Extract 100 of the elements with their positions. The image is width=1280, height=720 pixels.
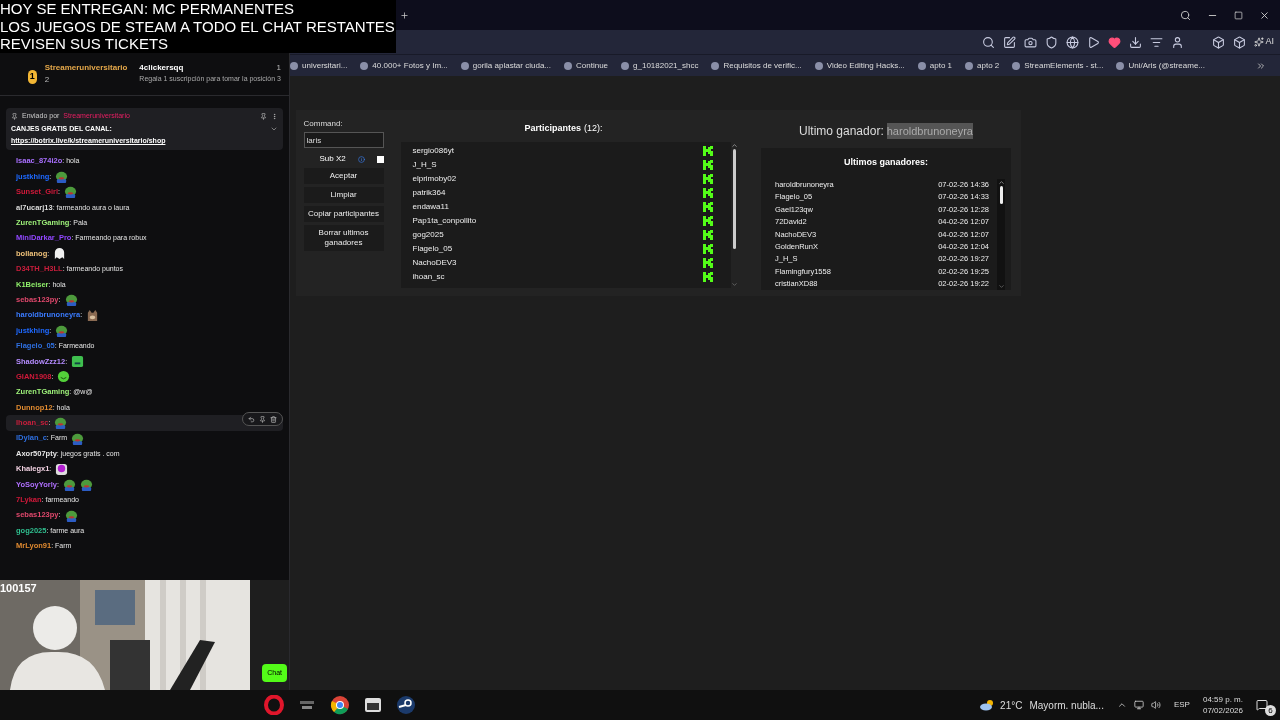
- bookmark-icon: [290, 61, 298, 70]
- bookmark[interactable]: Requisitos de verific...: [711, 59, 802, 72]
- list-icon[interactable]: [1150, 35, 1164, 49]
- bookmark-icon: [621, 61, 630, 70]
- kick-icon: [702, 215, 713, 226]
- bookmark[interactable]: 40.000+ Fotos y Im...: [360, 59, 448, 72]
- scroll-thumb[interactable]: [999, 185, 1003, 204]
- scroll-up-icon[interactable]: [997, 178, 1005, 186]
- sub-x2-checkbox[interactable]: [376, 155, 384, 163]
- winners-title: Ultimos ganadores:: [844, 156, 928, 169]
- smile-emote-icon: [57, 370, 71, 384]
- steam-icon[interactable]: [396, 695, 416, 715]
- participant-name: ihoan_sc: [412, 270, 445, 283]
- action-button[interactable]: Borrar ultimos ganadores: [303, 225, 384, 251]
- kick-icon: [702, 173, 713, 184]
- clock-date[interactable]: 07/02/2026: [1202, 705, 1243, 716]
- participants-title: Participantes: [524, 122, 581, 135]
- ai-button[interactable]: AI: [1254, 35, 1274, 49]
- participants-count: (12):: [584, 122, 603, 135]
- globe-icon[interactable]: [1066, 35, 1080, 49]
- scroll-thumb[interactable]: [733, 148, 736, 249]
- frog-emote-icon: [55, 324, 69, 337]
- close-icon[interactable]: [1259, 9, 1270, 21]
- bookmark-icon: [460, 61, 469, 70]
- sparkle-icon: [1254, 37, 1265, 47]
- unpin-icon[interactable]: [260, 112, 267, 120]
- temperature: 21°C: [1000, 698, 1023, 713]
- bookmark[interactable]: gorila aplastar ciuda...: [460, 59, 551, 72]
- kick-icon: [702, 271, 713, 282]
- bookmark[interactable]: Uni/Aris (@streame...: [1116, 59, 1206, 72]
- action-button[interactable]: Aceptar: [303, 168, 384, 184]
- cat-emote-icon: [86, 308, 100, 322]
- reply-icon[interactable]: [248, 415, 255, 423]
- bookmark[interactable]: Continue: [564, 59, 609, 72]
- delete-icon[interactable]: [270, 415, 277, 423]
- network-icon[interactable]: [1133, 700, 1144, 710]
- chrome-icon[interactable]: [330, 695, 350, 715]
- bookmark[interactable]: Video Editing Hacks...: [814, 59, 905, 72]
- participant-name: patrik364: [412, 186, 446, 199]
- profile-icon[interactable]: [1171, 35, 1185, 49]
- more-bookmarks-icon[interactable]: [1256, 60, 1266, 71]
- opera-icon[interactable]: [264, 695, 284, 715]
- heart-icon[interactable]: [1108, 35, 1122, 49]
- shield-icon[interactable]: [1045, 35, 1059, 49]
- bookmark-icon: [1116, 61, 1125, 70]
- app-icon[interactable]: [363, 695, 383, 715]
- new-tab-icon[interactable]: [400, 10, 409, 20]
- bookmark-icon: [711, 61, 720, 70]
- kick-icon: [702, 229, 713, 240]
- scroll-up-icon[interactable]: [731, 141, 738, 149]
- kick-icon: [702, 145, 713, 156]
- participant-name: NachoDEV3: [412, 256, 457, 269]
- clock-time[interactable]: 04:59 p. m.: [1202, 694, 1243, 705]
- bookmark[interactable]: apto 1: [917, 59, 953, 72]
- command-label: Command:: [303, 118, 344, 130]
- leader-name: Streameruniversitario: [44, 62, 128, 74]
- volume-icon[interactable]: [1150, 700, 1161, 710]
- leader-name: 4clickersqq: [139, 62, 184, 74]
- notification-icon: [1256, 699, 1268, 711]
- bookmark[interactable]: StreamElements - st...: [1012, 59, 1104, 72]
- cloud-icon: [979, 699, 996, 711]
- frog-emote-icon: [62, 477, 76, 491]
- participant-name: gog2025: [412, 228, 444, 241]
- bookmark-icon: [814, 61, 823, 70]
- ghost-emote-icon: [53, 247, 67, 261]
- search-icon[interactable]: [1180, 9, 1191, 21]
- extension-icon[interactable]: [1233, 35, 1247, 49]
- bookmark-icon: [1012, 61, 1021, 70]
- zoom-icon[interactable]: [982, 35, 996, 49]
- square-emote-icon: [71, 354, 85, 368]
- frog-emote-icon: [64, 185, 78, 199]
- action-button[interactable]: Copiar participantes: [303, 206, 384, 222]
- bookmark-icon: [965, 61, 974, 70]
- overlay-line: REVISEN SUS TICKETS: [0, 35, 170, 53]
- overlay-line: HOY SE ENTREGAN: MC PERMANENTES: [0, 0, 295, 18]
- download-icon[interactable]: [1129, 35, 1143, 49]
- frog-emote-icon: [71, 431, 85, 445]
- command-field[interactable]: laris: [303, 132, 384, 148]
- participant-name: Flagelo_05: [412, 242, 453, 255]
- maximize-icon[interactable]: [1234, 10, 1243, 20]
- frog-emote-icon: [64, 508, 78, 522]
- bookmark-icon: [564, 61, 572, 70]
- action-button[interactable]: Limpiar: [303, 187, 384, 203]
- leader-count: 1: [276, 62, 281, 74]
- frog-emote-icon: [64, 293, 78, 307]
- bubble-emote-icon: [55, 462, 69, 476]
- cube-icon[interactable]: [1212, 35, 1226, 49]
- edit-icon[interactable]: [1003, 35, 1017, 49]
- play-icon[interactable]: [1087, 35, 1101, 49]
- pin-icon[interactable]: [259, 415, 266, 423]
- camera-icon[interactable]: [1024, 35, 1038, 49]
- bookmark-icon: [917, 61, 926, 70]
- bookmark[interactable]: apto 2: [965, 59, 1000, 72]
- weather-text: Mayorm. nubla...: [1029, 698, 1104, 713]
- scrollbar[interactable]: [997, 178, 1005, 290]
- language-indicator[interactable]: ESP: [1173, 699, 1190, 711]
- bookmark[interactable]: universitari...: [290, 59, 348, 72]
- frog-emote-icon: [54, 416, 68, 430]
- bookmark[interactable]: g_10182021_shcc: [621, 59, 699, 72]
- kick-icon: [702, 201, 713, 212]
